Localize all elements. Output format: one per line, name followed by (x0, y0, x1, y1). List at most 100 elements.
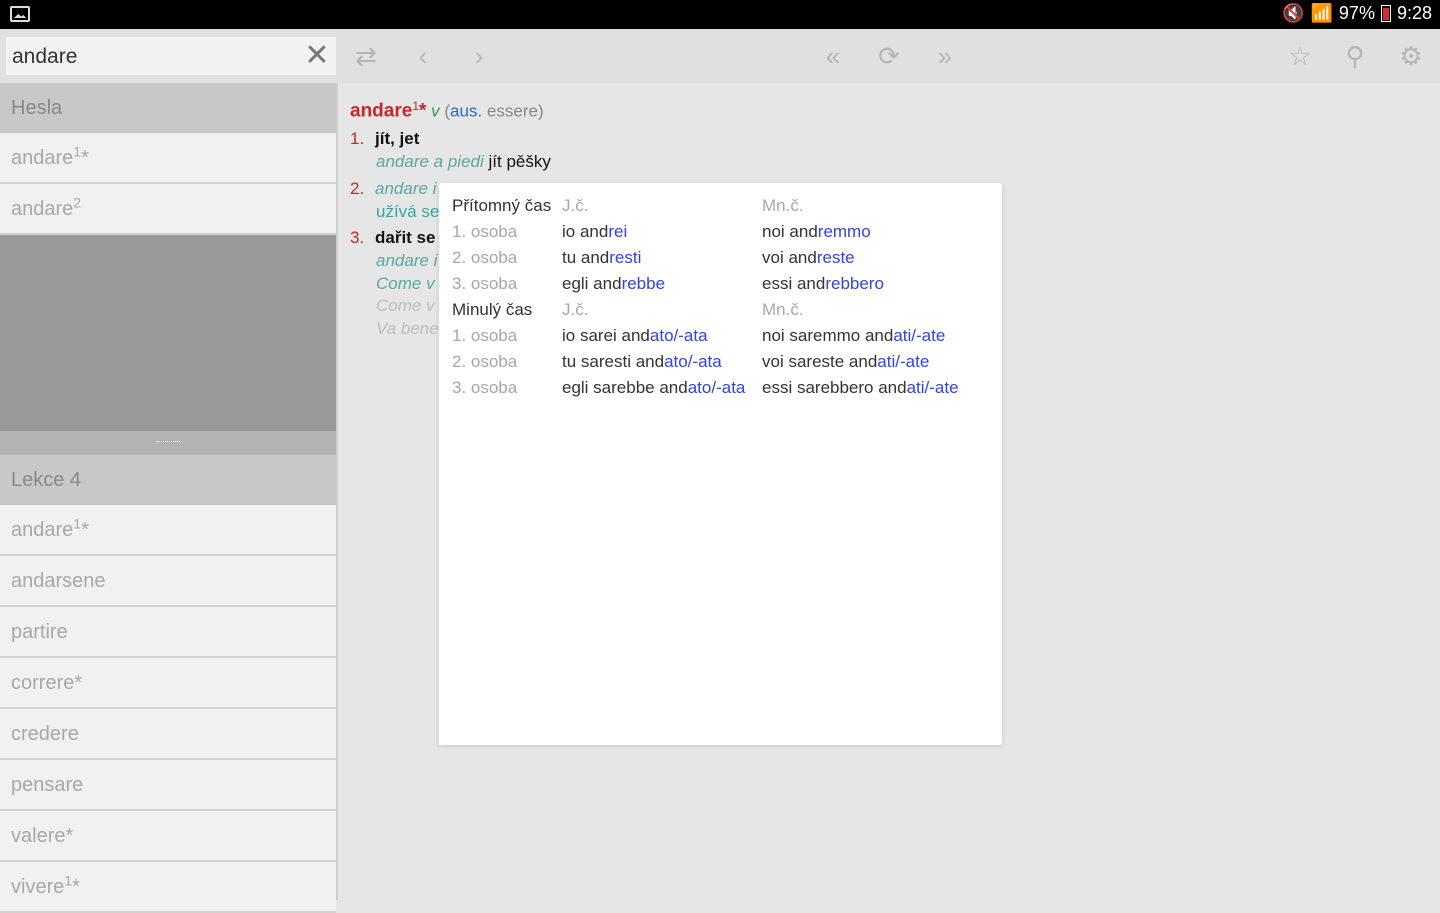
sense-translation: dařit se (375, 228, 436, 247)
conjugation-row: 3. osoba egli sarebbe andato/-ata essi sar… (452, 378, 992, 404)
forward-icon[interactable]: › (464, 41, 494, 71)
sense-3: 3. dařit se (350, 228, 435, 248)
conjugation-popup: Přítomný čas J.č. Mn.č. 1. osoba io andre… (439, 183, 1002, 745)
person-label: 1. osoba (452, 326, 518, 345)
form-stem: noi and (762, 222, 818, 241)
person-label: 3. osoba (452, 378, 518, 397)
list-item[interactable]: andare1* (0, 505, 336, 556)
irregular-mark: * (72, 876, 80, 898)
conjugation-row: 1. osoba io andrei noi andremmo (452, 222, 992, 248)
singular-label: J.č. (562, 196, 589, 215)
first-icon[interactable]: « (818, 41, 848, 71)
headword-superscript: 1 (412, 99, 419, 113)
part-of-speech: v (431, 101, 440, 121)
list-item[interactable]: correre* (0, 658, 336, 709)
person-label: 3. osoba (452, 274, 518, 293)
plural-form: essi sarebbero andati/-ate (762, 378, 959, 398)
list-item[interactable]: partire (0, 607, 336, 658)
conjugation-row: 2. osoba tu andresti voi andreste (452, 248, 992, 274)
search-icon[interactable]: ⚲ (1340, 41, 1370, 71)
singular-form: tu andresti (562, 248, 641, 268)
conjugation-row: 1. osoba io sarei andato/-ata noi saremmo … (452, 326, 992, 352)
example: andare i (376, 251, 438, 270)
section-header-lekce: Lekce 4 (0, 455, 336, 505)
refresh-icon[interactable]: ⟳ (874, 41, 904, 71)
headword: andare (350, 100, 413, 122)
singular-form: egli andrebbe (562, 274, 665, 294)
form-ending: ato/-ata (687, 378, 746, 397)
list-item-label: andare (11, 519, 74, 541)
splitter-handle[interactable] (0, 431, 336, 455)
form-ending: ato/-ata (649, 326, 708, 345)
list-item[interactable]: pensare (0, 760, 336, 811)
list-item[interactable]: andare1* (0, 133, 336, 184)
list-item-label: correre (11, 672, 75, 694)
form-stem: voi sareste and (762, 352, 878, 371)
sense-translation: jít, jet (375, 129, 420, 148)
status-bar: 🔇 📶 97% 9:28 (0, 0, 1440, 29)
list-item-label: andarsene (11, 570, 106, 592)
conjugation-row: 3. osoba egli andrebbe essi andrebbero (452, 274, 992, 300)
sense-note: užívá se (376, 202, 440, 221)
plural-label: Mn.č. (762, 300, 804, 319)
list-item-label: andare (11, 147, 74, 169)
irregular-mark: * (65, 825, 74, 847)
star-icon[interactable]: ☆ (1285, 41, 1315, 71)
mute-icon: 🔇 (1282, 3, 1305, 23)
search-box: ✕ (6, 37, 336, 77)
list-item[interactable]: vivere1* (0, 862, 336, 913)
form-stem: tu and (562, 248, 610, 267)
plural-label: Mn.č. (762, 196, 804, 215)
singular-form: io sarei andato/-ata (562, 326, 708, 346)
wifi-icon: 📶 (1310, 3, 1333, 23)
form-ending: ato/-ata (664, 352, 722, 371)
lesson-list: andare1* andarsene partire correre* credere p… (0, 505, 336, 913)
homonym-number: 1 (64, 872, 73, 889)
person-label: 2. osoba (452, 352, 518, 371)
grammar-aus: aus. (450, 101, 483, 121)
sidebar: Hesla andare1* andare2 Lekce 4 andare1* an… (0, 83, 338, 913)
form-stem: io sarei and (562, 326, 650, 345)
example-italian: andare a piedi (376, 152, 484, 171)
list-item[interactable]: andarsene (0, 556, 336, 607)
plural-form: voi sareste andati/-ate (762, 352, 929, 372)
battery-icon (1380, 5, 1391, 22)
homonym-number: 1 (73, 515, 82, 532)
plural-form: noi andremmo (762, 222, 871, 242)
last-icon[interactable]: » (930, 41, 960, 71)
sense-text: andare i (375, 179, 437, 198)
past-header: Minulý čas J.č. Mn.č. (452, 300, 992, 326)
irregular-mark: * (81, 147, 89, 169)
plural-form: essi andrebbero (762, 274, 884, 294)
list-item[interactable]: valere* (0, 811, 336, 862)
example-translation: jít pěšky (488, 152, 551, 171)
form-stem: egli and (562, 274, 622, 293)
form-stem: egli sarebbe and (562, 378, 688, 397)
list-item-label: andare (11, 198, 74, 220)
sense-number: 3. (350, 228, 365, 247)
gallery-icon (10, 6, 30, 22)
empty-area (0, 235, 336, 431)
clear-icon[interactable]: ✕ (302, 39, 332, 73)
form-stem: essi and (762, 274, 826, 293)
tense-title: Přítomný čas (452, 196, 552, 215)
list-item[interactable]: andare2 (0, 184, 336, 235)
headword-mark: * (419, 100, 427, 122)
form-ending: rebbero (825, 274, 884, 293)
gear-icon[interactable]: ⚙ (1396, 41, 1426, 71)
grip-icon (156, 441, 180, 444)
list-item-label: pensare (11, 774, 84, 796)
form-ending: resti (609, 248, 642, 267)
list-item-label: partire (11, 621, 68, 643)
back-icon[interactable]: ‹ (408, 41, 438, 71)
form-ending: ati/-ate (906, 378, 959, 397)
search-input[interactable] (6, 37, 304, 77)
example: andare a piedi jít pěšky (376, 152, 551, 172)
clock: 9:28 (1396, 3, 1432, 23)
form-stem: tu saresti and (562, 352, 665, 371)
example: Va bene (376, 319, 439, 338)
singular-form: tu saresti andato/-ata (562, 352, 722, 372)
list-item[interactable]: credere (0, 709, 336, 760)
grammar-rest: essere) (486, 101, 544, 121)
swap-icon[interactable]: ⇄ (351, 41, 381, 71)
